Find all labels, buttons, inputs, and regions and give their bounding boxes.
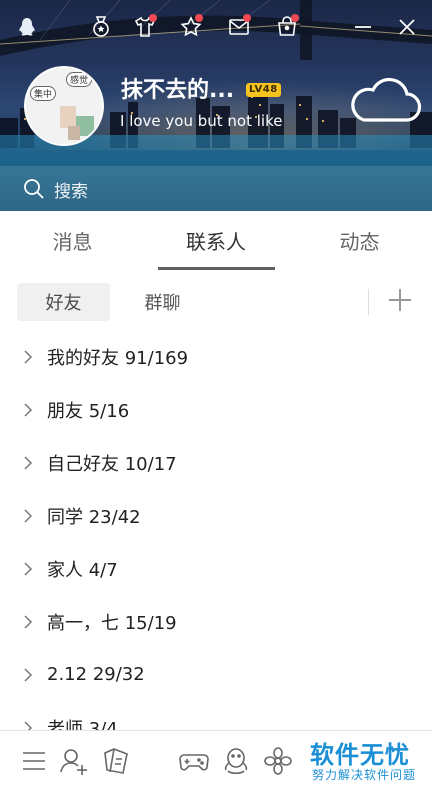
avatar-tag: 集中 [30,86,57,101]
group-count: 3/4 [88,718,118,731]
search-bar[interactable]: 搜索 [0,166,432,211]
shop-icon[interactable] [272,12,302,42]
group-label: 我的好友 91/169 [47,344,188,370]
friend-group-row[interactable]: 同学 23/42 [0,489,432,542]
level-badge[interactable]: LV48 [246,83,281,97]
header-toolbar [0,10,432,44]
chevron-right-icon [24,455,33,470]
group-label: 老师 3/4 [47,715,118,731]
group-name: 朋友 [47,400,83,422]
search-icon [24,179,44,199]
friend-group-row[interactable]: 我的好友 91/169 [0,330,432,383]
chevron-right-icon [24,667,33,682]
watermark-title: 软件无忧 [310,741,410,769]
avatar[interactable]: 感觉 集中 [24,66,104,146]
group-count: 5/16 [88,400,130,422]
group-name: 高一，七 [47,612,119,634]
group-label: 家人 4/7 [47,556,118,582]
subtab-friends[interactable]: 好友 [17,283,110,321]
avatar-pixel [60,106,76,128]
group-name: 家人 [47,559,83,581]
tab-feeds[interactable]: 动态 [287,211,432,269]
close-icon[interactable] [392,12,422,42]
group-name: 自己好友 [47,453,119,475]
friend-group-row[interactable]: 朋友 5/16 [0,383,432,436]
search-placeholder: 搜索 [54,182,88,202]
subtab-groups[interactable]: 群聊 [116,283,209,321]
chevron-right-icon [24,402,33,417]
avatar-pixel [68,126,80,140]
menu-icon[interactable] [18,745,50,777]
add-icon[interactable] [386,286,414,314]
chevron-right-icon [24,349,33,364]
group-count: 91/169 [124,347,189,369]
friend-group-row[interactable]: 老师 3/4 [0,701,432,730]
group-count: 4/7 [88,559,118,581]
friend-group-row[interactable]: 高一，七 15/19 [0,595,432,648]
game-icon[interactable] [178,745,210,777]
minimize-icon[interactable] [348,12,378,42]
tab-contacts[interactable]: 联系人 [145,211,287,269]
divider [368,289,369,315]
tshirt-icon[interactable] [130,12,160,42]
app-penguin-icon[interactable] [220,745,252,777]
signature[interactable]: I love you but not like [120,112,282,130]
nickname[interactable]: 抹不去的... [121,72,234,104]
weather-cloud-icon[interactable] [346,74,422,126]
chevron-right-icon [24,614,33,629]
group-name: 我的好友 [47,347,119,369]
notification-dot [291,14,299,22]
chevron-right-icon [24,720,33,730]
group-count: 29/32 [92,664,145,685]
friend-group-row[interactable]: 自己好友 10/17 [0,436,432,489]
group-label: 自己好友 10/17 [47,450,177,476]
chevron-right-icon [24,561,33,576]
friend-group-row[interactable]: 2.12 29/32 [0,648,432,701]
group-count: 15/19 [124,612,177,634]
add-contact-icon[interactable] [58,745,90,777]
watermark-subtitle: 努力解决软件问题 [312,768,417,782]
qq-penguin-icon[interactable] [12,12,42,42]
group-count: 23/42 [88,506,141,528]
group-label: 2.12 29/32 [47,664,145,685]
apps-icon[interactable] [262,745,294,777]
notification-dot [243,14,251,22]
main-tabs: 消息 联系人 动态 [0,211,432,271]
watermark-logo: 软件无忧 努力解决软件问题 [304,733,432,792]
tab-messages[interactable]: 消息 [0,211,145,269]
medal-icon[interactable] [86,12,116,42]
star-icon[interactable] [176,12,206,42]
group-name: 2.12 [47,664,88,685]
notification-dot [195,14,203,22]
friend-group-list: 我的好友 91/169 朋友 5/16 自己好友 10/17 同学 23/42 … [0,330,432,730]
group-label: 朋友 5/16 [47,397,129,423]
notification-dot [149,14,157,22]
group-label: 同学 23/42 [47,503,141,529]
group-count: 10/17 [124,453,177,475]
chevron-right-icon [24,508,33,523]
group-name: 老师 [47,718,83,731]
mail-icon[interactable] [224,12,254,42]
contact-subtabs: 好友 群聊 [0,270,432,336]
group-label: 高一，七 15/19 [47,609,177,635]
group-name: 同学 [47,506,83,528]
friend-group-row[interactable]: 家人 4/7 [0,542,432,595]
avatar-tag: 感觉 [66,72,93,87]
file-transfer-icon[interactable] [100,745,132,777]
profile-header: 感觉 集中 抹不去的... LV48 I love you but not li… [0,0,432,211]
